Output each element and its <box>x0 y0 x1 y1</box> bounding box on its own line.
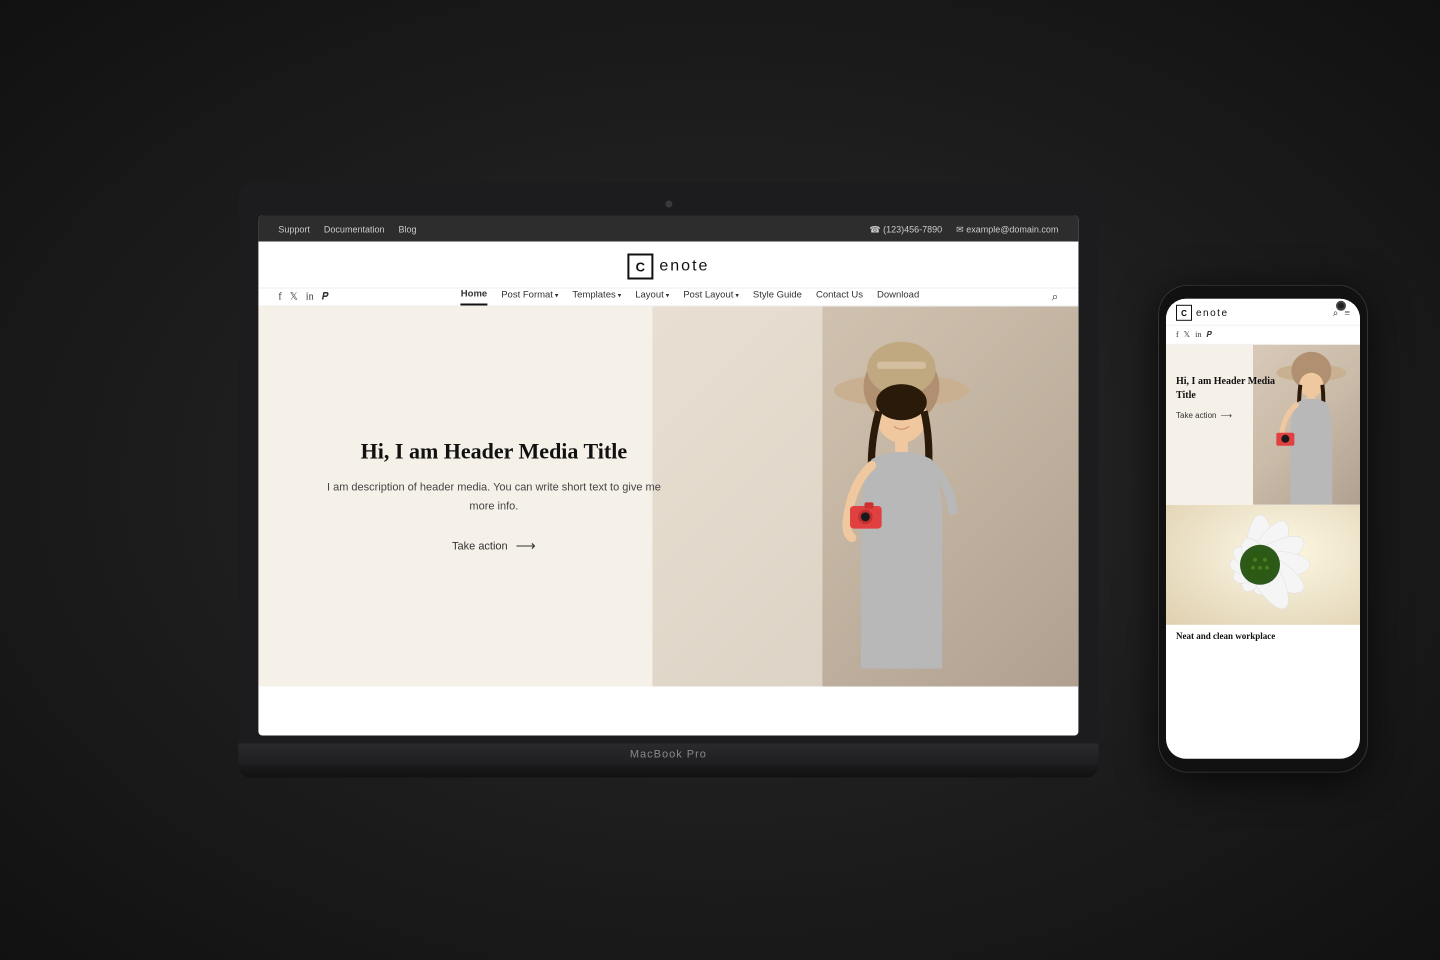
nav-layout[interactable]: Layout <box>635 290 669 305</box>
phone-pinterest-icon[interactable]: 𝑷 <box>1206 330 1211 340</box>
topbar-right: ☎ (123)456-7890 ✉ example@domain.com <box>859 220 1058 238</box>
hero-cta-button[interactable]: Take action ⟶ <box>452 538 536 555</box>
phone-camera-dot <box>1336 301 1346 311</box>
phone-flower-image <box>1166 505 1360 625</box>
topbar-docs[interactable]: Documentation <box>324 225 385 235</box>
phone-flower-svg <box>1166 505 1360 625</box>
phone-hero-photo <box>1253 345 1360 505</box>
phone-hero-text: Hi, I am Header Media Title Take action … <box>1176 375 1283 420</box>
scene: Support Documentation Blog ☎ (123)456-78… <box>0 0 1440 960</box>
nav-links: Home Post Format Templates Layout Post L… <box>461 289 919 306</box>
hero-description: I am description of header media. You ca… <box>318 478 669 515</box>
phone-logo-name: enote <box>1196 307 1229 318</box>
phone-social-icons: f 𝕏 in 𝑷 <box>1176 330 1212 340</box>
nav-post-format[interactable]: Post Format <box>501 290 558 305</box>
laptop-base: MacBook Pro <box>238 744 1098 766</box>
site-topbar: Support Documentation Blog ☎ (123)456-78… <box>258 216 1078 242</box>
phone-cta-arrow-icon: ⟶ <box>1220 411 1231 420</box>
topbar-blog[interactable]: Blog <box>398 225 416 235</box>
phone-hero-title: Hi, I am Header Media Title <box>1176 375 1283 403</box>
nav-style-guide[interactable]: Style Guide <box>753 290 802 305</box>
topbar-left: Support Documentation Blog <box>278 220 426 238</box>
phone-menu-icon[interactable]: ≡ <box>1344 307 1350 318</box>
nav-post-layout[interactable]: Post Layout <box>683 290 739 305</box>
nav-contact[interactable]: Contact Us <box>816 290 863 305</box>
site-logo[interactable]: C enote <box>627 254 709 280</box>
phone-linkedin-icon[interactable]: in <box>1195 330 1201 340</box>
phone-twitter-icon[interactable]: 𝕏 <box>1184 330 1190 340</box>
logo-name: enote <box>659 258 709 276</box>
phone-hero-photo-svg <box>1253 345 1360 505</box>
hero-content: Hi, I am Header Media Title I am descrip… <box>258 307 709 687</box>
logo-box: C <box>627 254 653 280</box>
topbar-support[interactable]: Support <box>278 225 310 235</box>
social-linkedin-icon[interactable]: in <box>306 292 314 303</box>
hero-cta-arrow-icon: ⟶ <box>516 538 536 555</box>
laptop-brand-label: MacBook Pro <box>630 749 707 761</box>
site-header: C enote <box>258 242 1078 289</box>
social-twitter-icon[interactable]: 𝕏 <box>290 292 298 303</box>
phone-second-card: Neat and clean workplace <box>1166 505 1360 647</box>
phone-screen: C enote ⌕ ≡ f 𝕏 in 𝑷 <box>1166 299 1360 759</box>
laptop-device: Support Documentation Blog ☎ (123)456-78… <box>238 183 1098 778</box>
hero-photo-bg <box>652 307 1078 687</box>
search-icon[interactable]: ⌕ <box>1052 290 1059 305</box>
phone-hero-card: Hi, I am Header Media Title Take action … <box>1166 345 1360 505</box>
laptop-foot <box>238 766 1098 778</box>
laptop-camera <box>665 201 672 208</box>
laptop-bezel: Support Documentation Blog ☎ (123)456-78… <box>238 183 1098 744</box>
phone-logo-box: C <box>1176 305 1192 321</box>
nav-social-icons: f 𝕏 in 𝑷 <box>278 292 328 303</box>
phone-logo[interactable]: C enote <box>1176 305 1229 321</box>
hero-cta-label: Take action <box>452 540 508 552</box>
phone-cta-label: Take action <box>1176 411 1216 420</box>
phone-device: C enote ⌕ ≡ f 𝕏 in 𝑷 <box>1158 285 1368 773</box>
phone-facebook-icon[interactable]: f <box>1176 330 1179 340</box>
nav-templates[interactable]: Templates <box>572 290 621 305</box>
phone-shell: C enote ⌕ ≡ f 𝕏 in 𝑷 <box>1158 285 1368 773</box>
topbar-email: ✉ example@domain.com <box>956 225 1058 235</box>
social-pinterest-icon[interactable]: 𝑷 <box>322 292 329 303</box>
phone-hero-cta[interactable]: Take action ⟶ <box>1176 411 1283 420</box>
site-nav: f 𝕏 in 𝑷 Home Post Format Templates Layo… <box>258 289 1078 307</box>
hero-title: Hi, I am Header Media Title <box>361 438 627 464</box>
hero-photo-area <box>652 307 1078 687</box>
social-facebook-icon[interactable]: f <box>278 292 281 303</box>
nav-download[interactable]: Download <box>877 290 919 305</box>
site-hero: Hi, I am Header Media Title I am descrip… <box>258 307 1078 687</box>
topbar-phone: ☎ (123)456-7890 <box>869 225 942 235</box>
phone-topbar: C enote ⌕ ≡ <box>1166 299 1360 326</box>
nav-home[interactable]: Home <box>461 289 487 306</box>
phone-card-title: Neat and clean workplace <box>1166 625 1360 647</box>
laptop-screen: Support Documentation Blog ☎ (123)456-78… <box>258 216 1078 736</box>
phone-social-row: f 𝕏 in 𝑷 <box>1166 326 1360 345</box>
